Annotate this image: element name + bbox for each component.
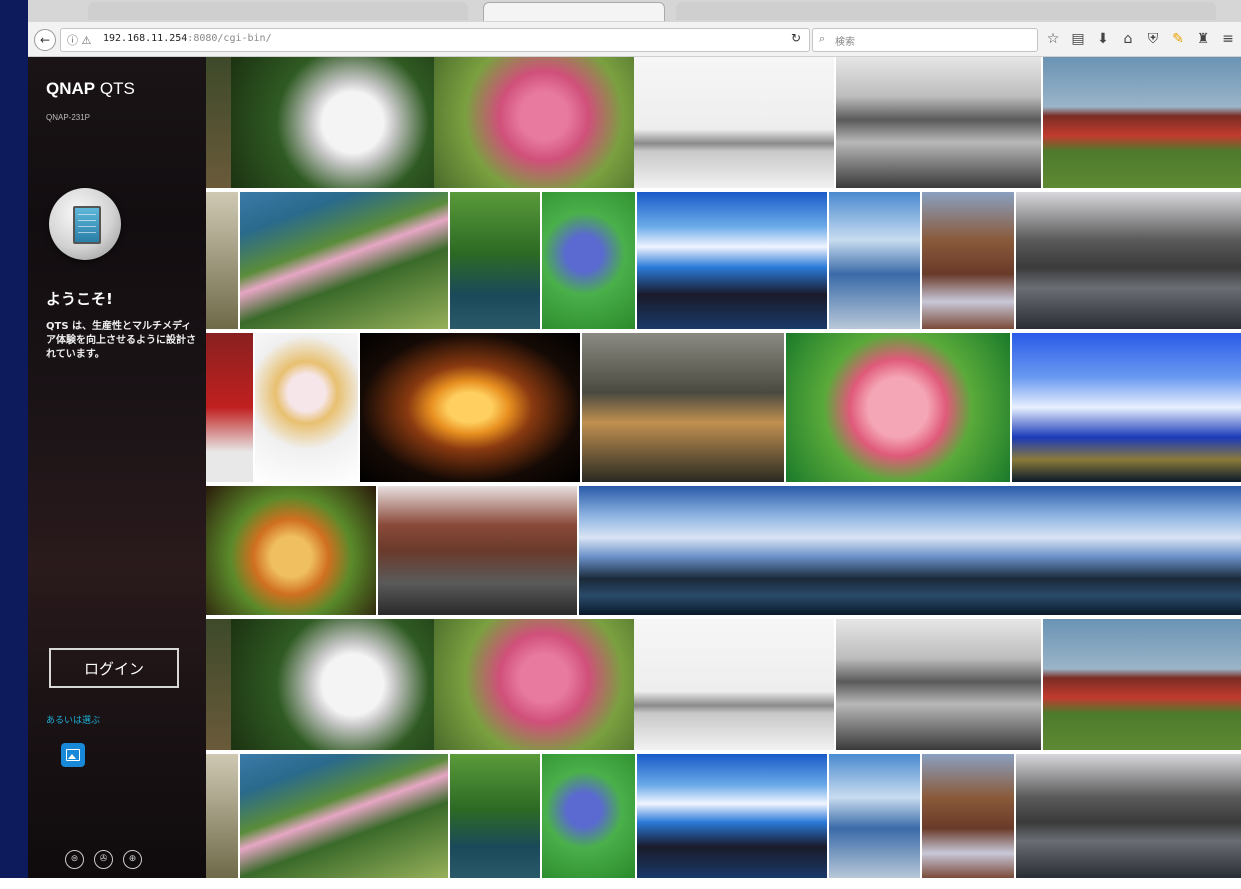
menu-icon[interactable]: ≡ <box>1221 31 1235 47</box>
wallpaper-photo <box>1012 333 1241 482</box>
wallpaper-photo <box>634 57 834 188</box>
wallpaper-photo <box>231 619 434 750</box>
toolbar-icons: ☆ ▤ ⬇ ⌂ ⛨ ✎ ♜ ≡ <box>1046 28 1235 50</box>
clipboard-icon[interactable]: ▤ <box>1071 31 1085 47</box>
wallpaper-photo <box>922 192 1014 329</box>
wallpaper-photo <box>206 619 231 750</box>
login-button[interactable]: ログイン <box>49 648 179 688</box>
wallpaper-photo <box>206 192 238 329</box>
wallpaper-photo <box>450 192 540 329</box>
search-input[interactable]: ⌕ 検索 <box>812 28 1038 52</box>
photo-station-icon[interactable] <box>61 743 85 767</box>
wallpaper-photo <box>1016 192 1241 329</box>
wallpaper-photo <box>434 57 634 188</box>
browser-tab[interactable] <box>676 2 1216 20</box>
star-icon[interactable]: ☆ <box>1046 31 1060 47</box>
wallpaper-photo <box>240 754 448 878</box>
tools-icon[interactable]: ✇ <box>94 850 113 869</box>
shield-icon[interactable]: ⛨ <box>1146 31 1160 47</box>
language-icon[interactable]: ⊕ <box>123 850 142 869</box>
nas-device-icon <box>49 188 121 260</box>
browser-toolbar: ← ⓘ ⚠ 192.168.11.254:8080/cgi-bin/ ↻ ⌕ 検… <box>28 22 1241 57</box>
wallpaper-photo <box>240 192 448 329</box>
download-icon[interactable]: ⬇ <box>1096 31 1110 47</box>
wallpaper-photo <box>1043 57 1241 188</box>
footer-icons: ⊜ ✇ ⊕ <box>65 850 142 869</box>
window-frame <box>0 0 28 889</box>
wallpaper-photo <box>637 192 827 329</box>
wallpaper-photo <box>360 333 580 482</box>
wallpaper-photo <box>1016 754 1241 878</box>
wallpaper-photo <box>542 754 635 878</box>
wallpaper-photo <box>922 754 1014 878</box>
wallpaper-photo <box>542 192 635 329</box>
login-sidebar: QNAP QTS QNAP-231P ようこそ! QTS は、生産性とマルチメデ… <box>28 57 206 878</box>
welcome-heading: ようこそ! <box>46 290 113 308</box>
network-icon[interactable]: ⊜ <box>65 850 84 869</box>
wallpaper-photo <box>206 333 253 482</box>
or-select-label: あるいは選ぶ <box>46 716 101 726</box>
wallpaper-photo <box>582 333 784 482</box>
wallpaper-photo <box>786 333 1010 482</box>
wallpaper-photo <box>829 192 920 329</box>
browser-tabstrip <box>28 0 1241 23</box>
photo-wallpaper <box>206 57 1241 878</box>
wallpaper-photo <box>634 619 834 750</box>
window-frame-bottom <box>0 878 1241 889</box>
wallpaper-photo <box>836 57 1041 188</box>
wallpaper-photo <box>206 486 376 615</box>
brand-title: QNAP QTS <box>46 79 135 98</box>
browser-tab-active[interactable] <box>483 2 665 21</box>
url-text: 192.168.11.254:8080/cgi-bin/ <box>103 33 272 44</box>
extension-icon[interactable]: ♜ <box>1196 31 1210 47</box>
address-bar[interactable]: ⓘ ⚠ 192.168.11.254:8080/cgi-bin/ ↻ <box>60 28 810 52</box>
reload-icon[interactable]: ↻ <box>791 31 801 45</box>
search-icon: ⌕ <box>819 32 826 45</box>
wallpaper-photo <box>378 486 577 615</box>
wallpaper-photo <box>434 619 634 750</box>
wallpaper-photo <box>450 754 540 878</box>
home-icon[interactable]: ⌂ <box>1121 31 1135 47</box>
wallpaper-photo <box>579 486 1241 615</box>
wallpaper-photo <box>829 754 920 878</box>
wallpaper-photo <box>255 333 358 482</box>
browser-tab[interactable] <box>88 2 468 20</box>
wallpaper-photo <box>1043 619 1241 750</box>
wallpaper-photo <box>231 57 434 188</box>
back-arrow-icon[interactable]: ← <box>34 29 56 51</box>
welcome-description: QTS は、生産性とマルチメディア体験を向上させるように設計されています。 <box>46 321 196 360</box>
extension-icon[interactable]: ✎ <box>1171 31 1185 47</box>
device-model: QNAP-231P <box>46 113 91 122</box>
wallpaper-photo <box>637 754 827 878</box>
wallpaper-photo <box>836 619 1041 750</box>
wallpaper-photo <box>206 57 231 188</box>
site-info-icon[interactable]: ⓘ ⚠ <box>67 32 91 48</box>
search-placeholder: 検索 <box>835 37 855 48</box>
wallpaper-photo <box>206 754 238 878</box>
